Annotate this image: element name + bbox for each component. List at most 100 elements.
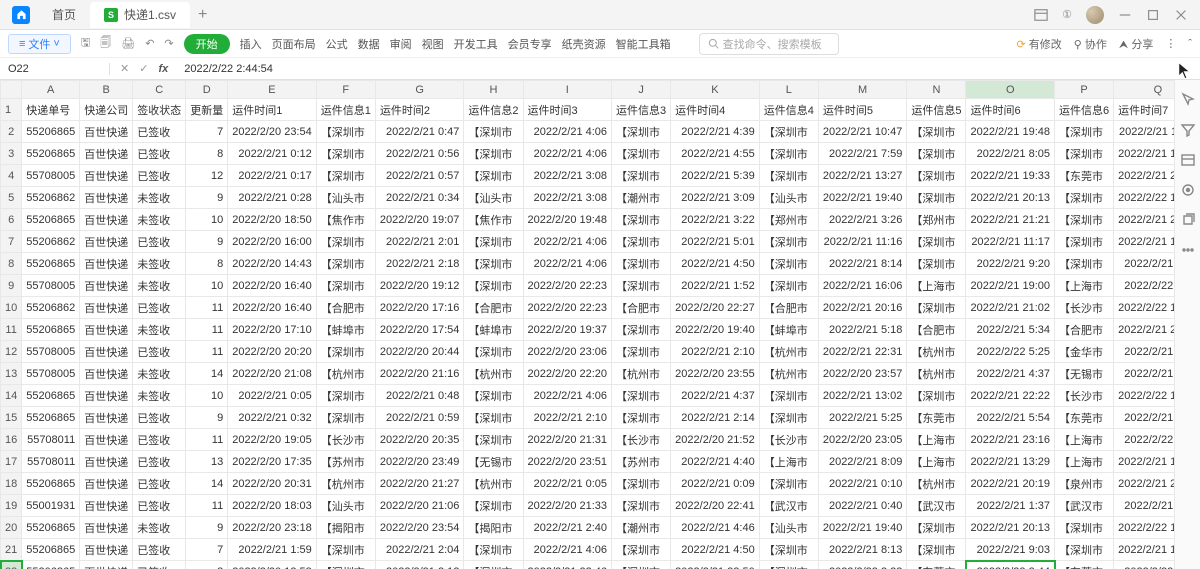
cell[interactable]: 【合肥市	[316, 297, 375, 319]
cell[interactable]: 【深圳市	[907, 143, 966, 165]
cell[interactable]: 2022/2/21 19:40	[818, 517, 907, 539]
cell[interactable]: 【深圳市	[316, 253, 375, 275]
col-header[interactable]: F	[316, 81, 375, 99]
row-header[interactable]: 9	[1, 275, 22, 297]
cell[interactable]: 【深圳市	[1055, 209, 1114, 231]
cell[interactable]: 【深圳市	[316, 143, 375, 165]
cell[interactable]: 2022/2/20 16:00	[228, 231, 317, 253]
cell[interactable]: 【上海市	[1055, 429, 1114, 451]
row-header[interactable]: 17	[1, 451, 22, 473]
cell[interactable]: 2022/2/21 1:52	[671, 275, 760, 297]
tab-formula[interactable]: 公式	[326, 36, 348, 52]
tab-view[interactable]: 视图	[422, 36, 444, 52]
cell[interactable]: 【武汉市	[759, 495, 818, 517]
header-cell[interactable]: 更新量	[186, 99, 228, 121]
cell[interactable]: 百世快递	[80, 539, 133, 561]
cell[interactable]: 百世快递	[80, 121, 133, 143]
cell[interactable]: 11	[186, 341, 228, 363]
cell[interactable]: 2022/2/21 0:48	[375, 385, 464, 407]
cell[interactable]: 2022/2/21 11:12	[1114, 121, 1174, 143]
cell[interactable]: 2022/2/20 17:10	[228, 319, 317, 341]
cell[interactable]: 2022/2/20 22:41	[671, 495, 760, 517]
cell[interactable]: 【杭州市	[759, 363, 818, 385]
cell[interactable]: 未签收	[133, 385, 186, 407]
cell[interactable]: 【汕头市	[316, 495, 375, 517]
cell[interactable]: 2022/2/20 14:43	[228, 253, 317, 275]
cell[interactable]: 2022/2/21 3:09	[671, 187, 760, 209]
cell[interactable]: 2022/2/21 20:13	[966, 187, 1055, 209]
cell[interactable]: 2022/2/21 20:21	[1114, 473, 1174, 495]
cell[interactable]: 2022/2/21 0:12	[228, 143, 317, 165]
cell[interactable]: 已签收	[133, 165, 186, 187]
cell[interactable]: 【深圳市	[759, 143, 818, 165]
cell[interactable]: 2022/2/21 0:59	[375, 407, 464, 429]
cell[interactable]: 【深圳市	[612, 473, 671, 495]
cell[interactable]: 【合肥市	[464, 297, 523, 319]
cell[interactable]: 2022/2/21 0:40	[818, 495, 907, 517]
cell[interactable]: 14	[186, 363, 228, 385]
cell[interactable]: 未签收	[133, 209, 186, 231]
cell[interactable]: 【深圳市	[907, 121, 966, 143]
header-cell[interactable]: 运件时间6	[966, 99, 1055, 121]
cell[interactable]: 2022/2/20 16:40	[228, 275, 317, 297]
cell[interactable]: 2022/2/21 5:00	[1114, 363, 1174, 385]
header-cell[interactable]: 运件时间4	[671, 99, 760, 121]
cell[interactable]: 【深圳市	[464, 341, 523, 363]
cell[interactable]: 2022/2/21 9:20	[966, 253, 1055, 275]
tab-smart[interactable]: 智能工具箱	[616, 36, 671, 52]
cell[interactable]: 2022/2/21 0:09	[671, 473, 760, 495]
cell[interactable]: 【深圳市	[759, 561, 818, 569]
tab-paper[interactable]: 纸壳资源	[562, 36, 606, 52]
cell[interactable]: 2022/2/20 22:27	[671, 297, 760, 319]
cell[interactable]: 【深圳市	[759, 275, 818, 297]
cell[interactable]: 【深圳市	[612, 209, 671, 231]
cell[interactable]: 【深圳市	[316, 165, 375, 187]
tab-file[interactable]: S 快递1.csv	[90, 2, 190, 28]
cell[interactable]: 【蚌埠市	[464, 319, 523, 341]
cell[interactable]: 【深圳市	[464, 539, 523, 561]
cell[interactable]: 9	[186, 231, 228, 253]
cell[interactable]: 2022/2/21 22:46	[523, 561, 612, 569]
cell[interactable]: 【深圳市	[759, 253, 818, 275]
cell[interactable]: 2022/2/20 23:55	[671, 363, 760, 385]
cell[interactable]: 【深圳市	[464, 143, 523, 165]
cell[interactable]: 2022/2/21 0:47	[375, 121, 464, 143]
cell[interactable]: 【汕头市	[759, 517, 818, 539]
cell[interactable]: 【潮州市	[612, 517, 671, 539]
cell[interactable]: 2022/2/21 5:54	[966, 407, 1055, 429]
header-cell[interactable]: 签收状态	[133, 99, 186, 121]
cell[interactable]: 14	[186, 473, 228, 495]
cell[interactable]: 【揭阳市	[316, 517, 375, 539]
cell[interactable]: 【深圳市	[464, 165, 523, 187]
cell[interactable]: 百世快递	[80, 187, 133, 209]
style-tool-icon[interactable]	[1180, 152, 1196, 168]
cell[interactable]: 2022/2/21 11:17	[966, 231, 1055, 253]
cell[interactable]: 【深圳市	[1055, 517, 1114, 539]
cell[interactable]: 2022/2/21 8:41	[1114, 407, 1174, 429]
cell[interactable]: 【郑州市	[759, 209, 818, 231]
cell[interactable]: 8	[186, 253, 228, 275]
tab-insert[interactable]: 插入	[240, 36, 262, 52]
cell[interactable]: 2022/2/20 19:48	[523, 209, 612, 231]
cell[interactable]: 2022/2/21 4:40	[671, 451, 760, 473]
cell[interactable]: 2022/2/21 9:30	[1114, 341, 1174, 363]
cell[interactable]: 2022/2/21 22:31	[818, 341, 907, 363]
collapse-ribbon-icon[interactable]: ˆ	[1188, 38, 1192, 50]
cell[interactable]: 百世快递	[80, 495, 133, 517]
cell[interactable]: 已签收	[133, 451, 186, 473]
cell[interactable]: 2022/2/20 20:31	[228, 473, 317, 495]
cell[interactable]: 【深圳市	[1055, 187, 1114, 209]
cell[interactable]: 2022/2/20 21:27	[375, 473, 464, 495]
cell[interactable]: 2022/2/20 19:37	[523, 319, 612, 341]
cell[interactable]: 【蚌埠市	[759, 319, 818, 341]
cell[interactable]: 55206865	[22, 539, 80, 561]
cell[interactable]: 百世快递	[80, 209, 133, 231]
cell[interactable]: 2022/2/22 15:56	[1114, 385, 1174, 407]
cell[interactable]: 【深圳市	[612, 539, 671, 561]
cell[interactable]: 【深圳市	[612, 253, 671, 275]
cell[interactable]: 【汕头市	[464, 187, 523, 209]
cell[interactable]: 2022/2/21 1:59	[228, 539, 317, 561]
cell[interactable]: 未签收	[133, 253, 186, 275]
cell[interactable]: 2022/2/20 23:54	[375, 517, 464, 539]
cell[interactable]: 【长沙市	[1055, 385, 1114, 407]
